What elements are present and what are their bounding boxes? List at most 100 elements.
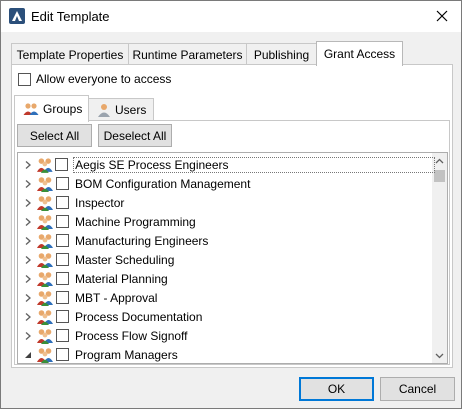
chevron-up-icon bbox=[435, 158, 444, 163]
tree-row[interactable]: Inspector bbox=[18, 193, 434, 212]
expand-toggle[interactable] bbox=[22, 311, 34, 323]
tree-row[interactable]: Process Flow Signoff bbox=[18, 326, 434, 345]
group-icon bbox=[37, 271, 53, 287]
tree-row[interactable]: Manufacturing Engineers bbox=[18, 231, 434, 250]
collapsed-arrow-icon bbox=[25, 179, 31, 188]
expand-toggle[interactable] bbox=[22, 159, 34, 171]
tab-label: Grant Access bbox=[323, 47, 396, 61]
tab-label: Template Properties bbox=[16, 47, 124, 62]
tree-row[interactable]: MBT - Approval bbox=[18, 288, 434, 307]
group-label: Machine Programming bbox=[75, 214, 196, 229]
group-checkbox[interactable] bbox=[56, 329, 69, 342]
scroll-up-button[interactable] bbox=[432, 153, 447, 168]
group-checkbox[interactable] bbox=[56, 348, 69, 361]
expand-toggle[interactable] bbox=[22, 273, 34, 285]
collapsed-arrow-icon bbox=[25, 236, 31, 245]
subtab-groups[interactable]: Groups bbox=[14, 95, 89, 122]
collapsed-arrow-icon bbox=[25, 198, 31, 207]
subtab-users[interactable]: Users bbox=[88, 98, 154, 121]
tree-row[interactable]: Material Planning bbox=[18, 269, 434, 288]
group-label: Program Managers bbox=[75, 347, 178, 362]
group-label: MBT - Approval bbox=[75, 290, 158, 305]
grant-access-panel: Allow everyone to access Groups Users Se… bbox=[11, 64, 453, 368]
expand-toggle[interactable] bbox=[22, 235, 34, 247]
expand-toggle[interactable] bbox=[22, 197, 34, 209]
group-checkbox[interactable] bbox=[56, 272, 69, 285]
group-icon bbox=[37, 214, 53, 230]
group-checkbox[interactable] bbox=[55, 158, 69, 171]
group-icon bbox=[23, 103, 39, 115]
group-checkbox[interactable] bbox=[56, 234, 69, 247]
user-icon bbox=[98, 104, 110, 117]
group-label: Process Documentation bbox=[75, 309, 203, 324]
tab-grant-access[interactable]: Grant Access bbox=[316, 41, 403, 66]
group-icon bbox=[37, 233, 53, 249]
scroll-down-button[interactable] bbox=[432, 348, 447, 363]
group-icon bbox=[37, 290, 53, 306]
group-icon bbox=[37, 176, 53, 192]
vertical-scrollbar[interactable] bbox=[432, 153, 447, 363]
group-icon bbox=[37, 195, 53, 211]
group-checkbox[interactable] bbox=[56, 291, 69, 304]
subtab-label: Users bbox=[115, 103, 147, 117]
collapsed-arrow-icon bbox=[25, 331, 31, 340]
group-label: Aegis SE Process Engineers bbox=[73, 156, 435, 173]
tree-row[interactable]: Machine Programming bbox=[18, 212, 434, 231]
select-all-button[interactable]: Select All bbox=[17, 124, 92, 147]
allow-everyone-label: Allow everyone to access bbox=[36, 72, 172, 86]
allow-everyone-checkbox[interactable] bbox=[18, 72, 31, 86]
collapsed-arrow-icon bbox=[25, 274, 31, 283]
group-checkbox[interactable] bbox=[56, 310, 69, 323]
tree-row[interactable]: Process Documentation bbox=[18, 307, 434, 326]
groups-panel: Select All Deselect All Aegis SE Process… bbox=[14, 120, 450, 365]
group-icon bbox=[37, 328, 53, 344]
scroll-thumb[interactable] bbox=[434, 170, 445, 182]
tree-row[interactable]: BOM Configuration Management bbox=[18, 174, 434, 193]
groups-tree[interactable]: Aegis SE Process Engineers BOM Configurat… bbox=[17, 152, 448, 364]
app-icon bbox=[9, 8, 25, 24]
allow-everyone-option[interactable]: Allow everyone to access bbox=[18, 72, 171, 86]
main-tabs: Template Properties Runtime Parameters P… bbox=[11, 41, 453, 66]
group-label: Material Planning bbox=[75, 271, 168, 286]
cancel-button[interactable]: Cancel bbox=[380, 377, 455, 401]
group-checkbox[interactable] bbox=[56, 215, 69, 228]
tree-row[interactable]: Aegis SE Process Engineers bbox=[18, 155, 435, 174]
tab-publishing[interactable]: Publishing bbox=[246, 43, 317, 65]
group-icon bbox=[37, 252, 53, 268]
tree-row[interactable]: Master Scheduling bbox=[18, 250, 434, 269]
tab-template-properties[interactable]: Template Properties bbox=[11, 43, 129, 65]
deselect-all-button[interactable]: Deselect All bbox=[98, 124, 172, 147]
group-checkbox[interactable] bbox=[56, 196, 69, 209]
group-checkbox[interactable] bbox=[56, 177, 69, 190]
group-icon bbox=[36, 157, 53, 173]
collapsed-arrow-icon bbox=[25, 255, 31, 264]
collapsed-arrow-icon bbox=[25, 312, 31, 321]
expand-toggle[interactable] bbox=[22, 216, 34, 228]
tab-label: Runtime Parameters bbox=[132, 47, 243, 62]
button-label: Deselect All bbox=[103, 128, 167, 143]
expand-toggle[interactable] bbox=[22, 178, 34, 190]
expand-toggle[interactable] bbox=[22, 330, 34, 342]
expand-toggle[interactable] bbox=[22, 254, 34, 266]
button-label: Select All bbox=[29, 128, 80, 143]
tree-row[interactable]: Program Managers bbox=[18, 345, 434, 363]
group-label: Inspector bbox=[75, 195, 125, 210]
close-button[interactable] bbox=[429, 5, 455, 27]
expand-toggle[interactable] bbox=[22, 349, 34, 361]
title-bar[interactable]: Edit Template bbox=[1, 1, 461, 32]
ok-button[interactable]: OK bbox=[299, 377, 374, 401]
subtab-label: Groups bbox=[43, 102, 83, 116]
group-label: Process Flow Signoff bbox=[75, 328, 188, 343]
group-checkbox[interactable] bbox=[56, 253, 69, 266]
group-icon bbox=[37, 347, 53, 363]
button-label: Cancel bbox=[398, 382, 437, 396]
chevron-down-icon bbox=[435, 353, 444, 358]
group-icon bbox=[37, 309, 53, 325]
access-subtabs: Groups Users bbox=[14, 95, 450, 122]
group-label: BOM Configuration Management bbox=[75, 176, 251, 191]
window-title: Edit Template bbox=[31, 9, 110, 24]
tab-runtime-parameters[interactable]: Runtime Parameters bbox=[128, 43, 247, 65]
collapsed-arrow-icon bbox=[25, 217, 31, 226]
tab-label: Publishing bbox=[253, 47, 310, 62]
expand-toggle[interactable] bbox=[22, 292, 34, 304]
